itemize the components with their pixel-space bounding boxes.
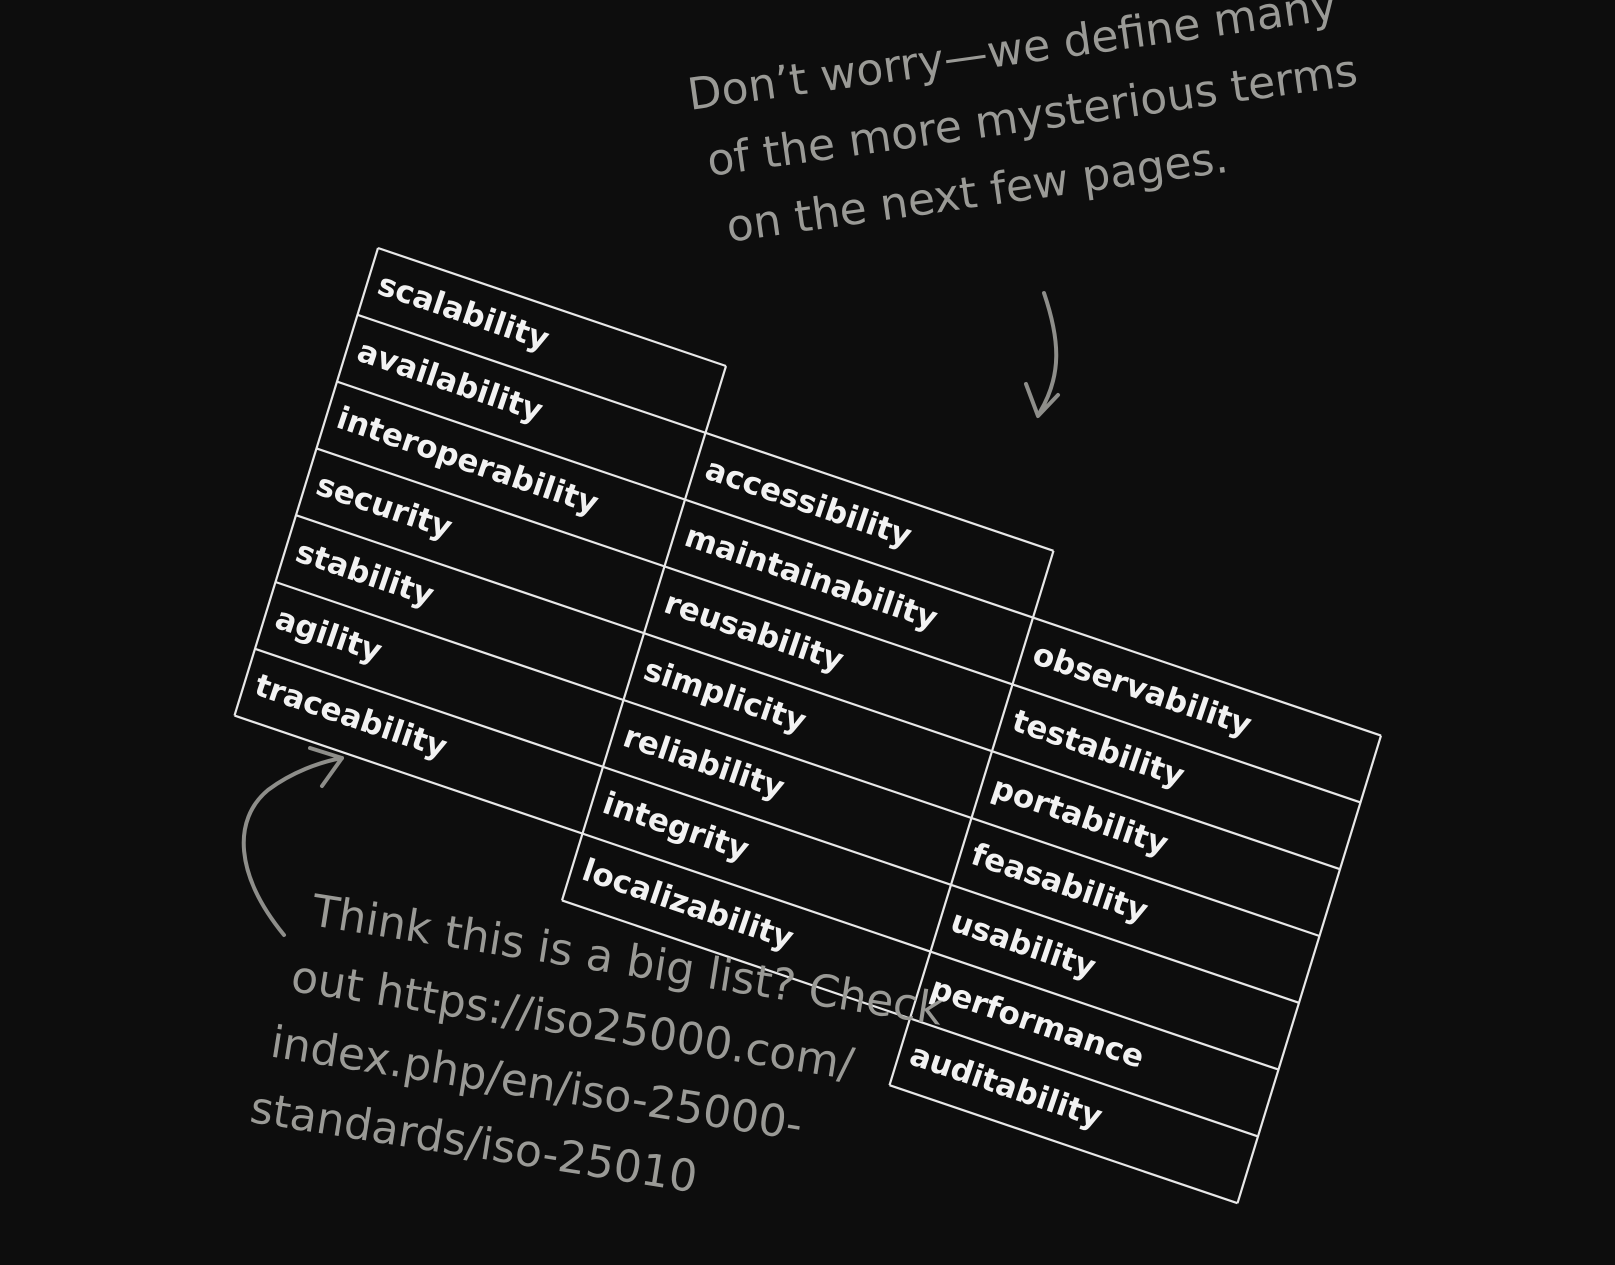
table-cell: testability <box>1008 703 1189 795</box>
table-cell: integrity <box>598 785 753 868</box>
table-row-line <box>336 380 1382 737</box>
bottom-note: Think this is a big list? Check out http… <box>247 885 947 1203</box>
table-cell: stability <box>291 534 438 614</box>
diagram-canvas: Don’t worry—we define many of the more m… <box>0 0 1615 1265</box>
table-column-line <box>1236 735 1383 1204</box>
diagram-svg: Don’t worry—we define many of the more m… <box>233 0 1383 1205</box>
table-cell: simplicity <box>639 652 810 740</box>
table-cell: reliability <box>619 718 789 806</box>
table-cell: usability <box>946 903 1100 985</box>
table-cell: scalability <box>373 266 554 357</box>
top-arrow-icon <box>1024 291 1060 418</box>
table-cell: security <box>312 467 457 546</box>
top-note: Don’t worry—we define many of the more m… <box>684 0 1360 253</box>
